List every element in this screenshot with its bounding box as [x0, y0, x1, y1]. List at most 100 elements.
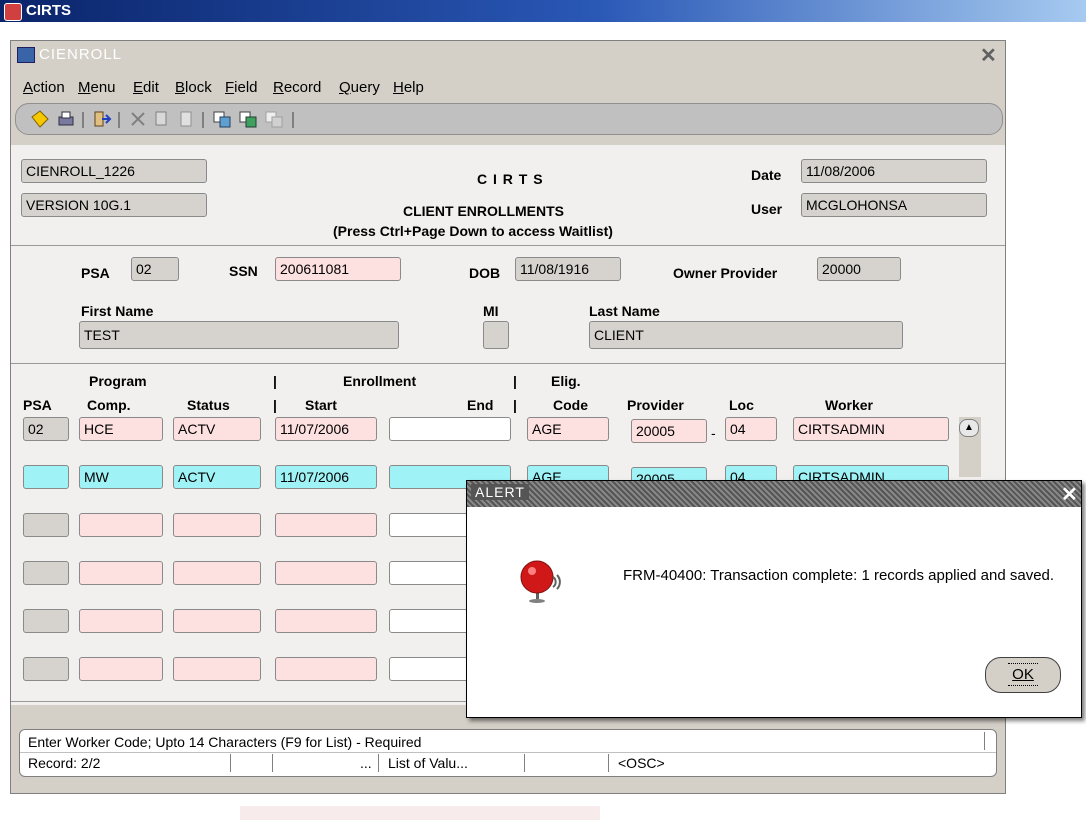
empty-status-field[interactable]	[173, 609, 261, 633]
row2-psa-field[interactable]	[23, 465, 69, 489]
menu-record[interactable]: Record	[273, 79, 321, 96]
menu-query[interactable]: Query	[339, 79, 380, 96]
form-id-field: CIENROLL_1226	[21, 159, 207, 183]
user-field: MCGLOHONSA	[801, 193, 987, 217]
empty-start-field[interactable]	[275, 609, 377, 633]
row1-comp-field[interactable]: HCE	[79, 417, 163, 441]
col-separator: |	[513, 373, 517, 389]
empty-status-field[interactable]	[173, 657, 261, 681]
menu-edit[interactable]: Edit	[133, 79, 159, 96]
empty-comp-field[interactable]	[79, 513, 163, 537]
col-separator: |	[513, 397, 517, 413]
last-name-label: Last Name	[589, 303, 660, 319]
ssn-label: SSN	[229, 263, 258, 279]
empty-psa-field[interactable]	[23, 657, 69, 681]
paste-icon[interactable]	[176, 109, 196, 129]
col-header-end: End	[467, 397, 494, 413]
row1-loc-field[interactable]: 04	[725, 417, 777, 441]
col-header-comp: Comp.	[87, 397, 131, 413]
row1-provider-field[interactable]: 20005	[631, 419, 707, 443]
toolbar	[15, 103, 1003, 135]
system-title: C I R T S	[477, 171, 544, 187]
col-header-psa: PSA	[23, 397, 52, 413]
menu-menu[interactable]: Menu	[78, 79, 116, 96]
cut-icon[interactable]	[128, 109, 148, 129]
row1-worker-field[interactable]: CIRTSADMIN	[793, 417, 949, 441]
waitlist-hint: (Press Ctrl+Page Down to access Waitlist…	[333, 223, 613, 239]
psa-label: PSA	[81, 265, 110, 281]
status-separator	[272, 754, 273, 772]
psa-field[interactable]: 02	[131, 257, 179, 281]
status-bar: Enter Worker Code; Upto 14 Characters (F…	[19, 729, 997, 777]
grid-scrollbar[interactable]: ▲	[959, 417, 981, 477]
toolbar-separator	[118, 112, 120, 128]
col-header-loc: Loc	[729, 397, 754, 413]
owner-provider-field[interactable]: 20000	[817, 257, 901, 281]
exit-icon[interactable]	[92, 109, 112, 129]
user-label: User	[751, 201, 783, 217]
menu-action-rest: ction	[33, 79, 65, 96]
window-title-bar: CIENROLL ✕	[11, 41, 1005, 69]
empty-comp-field[interactable]	[79, 609, 163, 633]
scroll-up-icon[interactable]: ▲	[959, 419, 979, 437]
owner-provider-label: Owner Provider	[673, 265, 778, 281]
mi-field[interactable]	[483, 321, 509, 349]
row1-status-field[interactable]: ACTV	[173, 417, 261, 441]
version-field: VERSION 10G.1	[21, 193, 207, 217]
ok-button[interactable]: OK	[985, 657, 1061, 693]
empty-start-field[interactable]	[275, 513, 377, 537]
status-ellipsis: ...	[360, 755, 372, 771]
row2-status-field[interactable]: ACTV	[173, 465, 261, 489]
alert-title-bar: ALERT ✕	[467, 481, 1081, 507]
row2-comp-field[interactable]: MW	[79, 465, 163, 489]
row1-code-field[interactable]: AGE	[527, 417, 609, 441]
osc-indicator: <OSC>	[618, 755, 665, 771]
window-close-icon[interactable]: ✕	[980, 43, 997, 68]
menu-field[interactable]: Field	[225, 79, 258, 96]
empty-start-field[interactable]	[275, 561, 377, 585]
copy-icon[interactable]	[152, 109, 172, 129]
cancel-query-icon[interactable]	[264, 109, 284, 129]
alert-close-icon[interactable]: ✕	[1061, 482, 1078, 507]
col-header-enrollment: Enrollment	[343, 373, 417, 389]
menu-block[interactable]: Block	[175, 79, 212, 96]
empty-psa-field[interactable]	[23, 513, 69, 537]
toolbar-separator	[202, 112, 204, 128]
empty-psa-field[interactable]	[23, 561, 69, 585]
row1-start-field[interactable]: 11/07/2006	[275, 417, 377, 441]
print-icon[interactable]	[56, 109, 76, 129]
empty-comp-field[interactable]	[79, 561, 163, 585]
menu-help[interactable]: Help	[393, 79, 424, 96]
toolbar-separator	[82, 112, 84, 128]
row1-end-field[interactable]	[389, 417, 511, 441]
save-icon[interactable]	[30, 109, 50, 129]
row2-start-field[interactable]: 11/07/2006	[275, 465, 377, 489]
empty-status-field[interactable]	[173, 513, 261, 537]
empty-start-field[interactable]	[275, 657, 377, 681]
last-name-field[interactable]: CLIENT	[589, 321, 903, 349]
empty-comp-field[interactable]	[79, 657, 163, 681]
col-header-program: Program	[89, 373, 147, 389]
dob-field[interactable]: 11/08/1916	[515, 257, 621, 281]
date-field: 11/08/2006	[801, 159, 987, 183]
app-title: CIRTS	[26, 2, 71, 19]
app-title-bar: CIRTS	[0, 0, 1086, 22]
col-header-status: Status	[187, 397, 230, 413]
form-window-icon	[17, 47, 35, 63]
menu-action[interactable]: Action	[23, 79, 65, 96]
ssn-field[interactable]: 200611081	[275, 257, 401, 281]
first-name-field[interactable]: TEST	[79, 321, 399, 349]
empty-status-field[interactable]	[173, 561, 261, 585]
enter-query-icon[interactable]	[212, 109, 232, 129]
empty-psa-field[interactable]	[23, 609, 69, 633]
row1-psa-field[interactable]: 02	[23, 417, 69, 441]
record-indicator: Record: 2/2	[28, 755, 101, 771]
alert-message: FRM-40400: Transaction complete: 1 recor…	[623, 567, 1055, 584]
alarm-bell-icon	[520, 560, 561, 603]
execute-query-icon[interactable]	[238, 109, 258, 129]
status-separator	[984, 732, 985, 750]
status-separator	[524, 754, 525, 772]
toolbar-separator	[292, 112, 294, 128]
divider	[11, 363, 1005, 364]
cirts-app-icon	[4, 3, 22, 21]
